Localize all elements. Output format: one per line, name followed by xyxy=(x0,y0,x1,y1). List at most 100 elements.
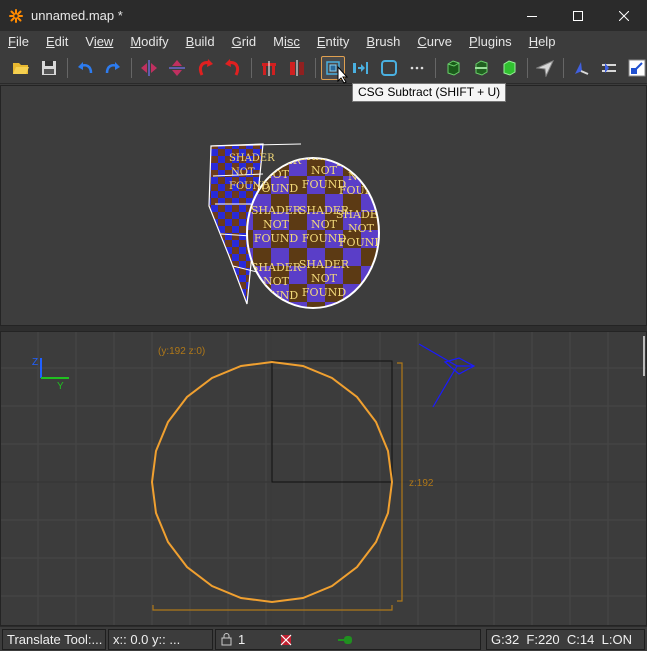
svg-text:SHADER: SHADER xyxy=(229,153,275,164)
lock-icon xyxy=(221,633,232,646)
svg-text:SHADER: SHADER xyxy=(336,156,387,169)
svg-text:FOUND: FOUND xyxy=(339,184,384,197)
save-button[interactable] xyxy=(37,56,61,80)
scale-icon xyxy=(628,59,646,77)
cube-clip-icon xyxy=(475,60,488,76)
flip-y-icon xyxy=(169,60,185,76)
clipper-button[interactable] xyxy=(257,56,281,80)
maximize-icon xyxy=(573,10,583,21)
csg-merge-icon xyxy=(353,62,368,74)
camera-viewport[interactable]: SHADER NOT FOUND SHADER NOT FOUND SHADER… xyxy=(0,85,647,326)
patch-button[interactable] xyxy=(597,56,621,80)
axis-y-label: Y xyxy=(57,381,64,392)
menu-curve-label: urve xyxy=(426,34,453,49)
brush-size-top-label: (y:192 z:0) xyxy=(158,346,205,357)
menu-edit-label: dit xyxy=(54,34,69,49)
status-c-count: C:14 xyxy=(566,632,595,647)
menu-entity-mnemonic: E xyxy=(316,34,326,49)
svg-text:NOT: NOT xyxy=(311,164,338,177)
menu-view-label: iew xyxy=(93,34,114,49)
flip-x-button[interactable] xyxy=(137,56,161,80)
menu-help[interactable]: Help xyxy=(521,31,565,52)
flip-x-icon xyxy=(141,60,157,76)
ortho-viewport[interactable]: Z Y (y:192 z:0) z:192 xyxy=(0,331,647,626)
menu-file-label: ile xyxy=(15,34,29,49)
camera-mode-button[interactable] xyxy=(533,56,557,80)
menu-file[interactable]: File xyxy=(0,31,38,52)
menu-brush[interactable]: Brush xyxy=(358,31,409,52)
axis-z-label: Z xyxy=(32,357,38,368)
menu-grid-mnemonic: G xyxy=(231,34,242,49)
status-lock-state: L:ON xyxy=(601,632,632,647)
menu-grid[interactable]: Grid xyxy=(224,31,266,52)
rotate-x-button[interactable] xyxy=(193,56,217,80)
ortho-render: Z Y (y:192 z:0) z:192 xyxy=(1,332,646,625)
svg-text:NOT: NOT xyxy=(311,272,338,285)
select-green-button[interactable] xyxy=(497,56,521,80)
status-bar: Translate Tool:... x:: 0.0 y:: ... 1 G:3… xyxy=(0,626,647,651)
svg-text:FOUND: FOUND xyxy=(229,181,269,192)
svg-text:FOUND: FOUND xyxy=(339,236,384,249)
menu-modify-mnemonic: M xyxy=(130,34,142,49)
status-tool: Translate Tool:... xyxy=(2,629,106,650)
menu-build[interactable]: Build xyxy=(178,31,224,52)
minimize-button[interactable] xyxy=(509,0,555,31)
menu-help-mnemonic: H xyxy=(528,34,539,49)
texture-lock-icon xyxy=(447,60,460,76)
svg-text:SHADER: SHADER xyxy=(299,258,350,271)
save-icon xyxy=(42,61,56,75)
flip-y-button[interactable] xyxy=(165,56,189,80)
menu-grid-label: rid xyxy=(241,34,257,49)
mouse-cursor-icon xyxy=(337,66,349,84)
csg-merge-button[interactable] xyxy=(349,56,373,80)
entity-icon xyxy=(575,62,589,75)
entity-button[interactable] xyxy=(569,56,593,80)
menu-curve[interactable]: Curve xyxy=(409,31,461,52)
open-button[interactable] xyxy=(9,56,33,80)
svg-text:NOT: NOT xyxy=(263,218,290,231)
menu-bar: File Edit View Modify Build Grid Misc En… xyxy=(0,31,647,52)
svg-text:FOUND: FOUND xyxy=(254,232,299,245)
svg-text:FOUND: FOUND xyxy=(302,286,347,299)
status-face-count: F:220 xyxy=(526,632,560,647)
menu-entity-label: ntity xyxy=(325,34,350,49)
menu-plugins-mnemonic: P xyxy=(469,34,478,49)
menu-edit-mnemonic: E xyxy=(45,34,55,49)
menu-entity[interactable]: Entity xyxy=(309,31,359,52)
close-button[interactable] xyxy=(601,0,647,31)
rotate-y-button[interactable] xyxy=(221,56,245,80)
title-bar: unnamed.map * xyxy=(0,0,647,31)
menu-modify[interactable]: Modify xyxy=(122,31,177,52)
maximize-button[interactable] xyxy=(555,0,601,31)
minimize-icon xyxy=(527,15,537,17)
menu-plugins[interactable]: Plugins xyxy=(461,31,521,52)
menu-view[interactable]: View xyxy=(77,31,122,52)
status-grid-size: G:32 xyxy=(491,632,520,647)
hollow-button[interactable] xyxy=(285,56,309,80)
cube-clip-button[interactable] xyxy=(469,56,493,80)
undo-button[interactable] xyxy=(73,56,97,80)
menu-edit[interactable]: Edit xyxy=(38,31,77,52)
hollow-icon xyxy=(290,60,304,76)
make-room-button[interactable] xyxy=(377,56,401,80)
redo-button[interactable] xyxy=(101,56,125,80)
menu-misc[interactable]: Misc xyxy=(265,31,309,52)
window-title: unnamed.map * xyxy=(31,8,123,23)
brush-width-bracket xyxy=(152,605,393,611)
svg-text:NOT: NOT xyxy=(263,275,290,288)
shader-not-found-texture: SHADER NOT FOUND SHADER NOT FOUND SHADER… xyxy=(251,156,387,302)
brush-size-right-label: z:192 xyxy=(409,478,434,489)
side-texture-text: SHADER NOT FOUND xyxy=(229,153,275,192)
radiant-asterisk-icon xyxy=(9,8,23,23)
more-button[interactable] xyxy=(405,56,429,80)
patch-select-icon xyxy=(338,636,352,644)
menu-brush-label: rush xyxy=(375,34,401,49)
scale-button[interactable] xyxy=(625,56,647,80)
make-room-icon xyxy=(381,60,397,76)
texture-lock-button[interactable] xyxy=(441,56,465,80)
rotate-y-icon xyxy=(225,59,240,76)
more-icon xyxy=(410,66,424,70)
selection-count: 1 xyxy=(238,632,246,647)
patch-icon xyxy=(602,63,616,73)
status-selection: 1 xyxy=(215,629,481,650)
